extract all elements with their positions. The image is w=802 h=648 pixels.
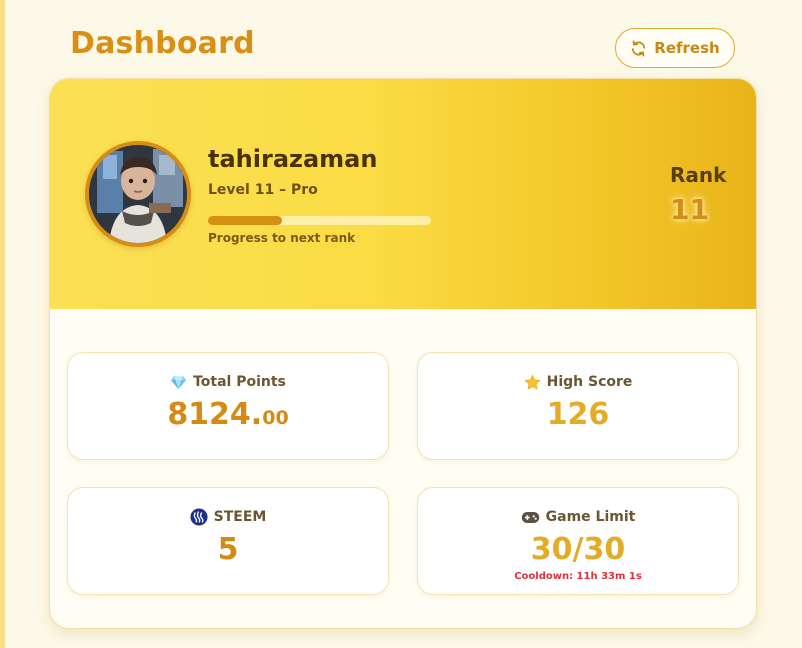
refresh-button-label: Refresh [654,39,720,57]
total-points-integer: 8124. [167,397,263,432]
username: tahirazaman [208,145,378,173]
page-title: Dashboard [70,26,255,61]
level-label: Level 11 – Pro [208,182,318,198]
gamepad-icon [521,511,540,524]
cooldown-timer: Cooldown: 11h 33m 1s [514,571,642,582]
avatar[interactable] [85,141,191,247]
total-points-label: Total Points [193,374,286,390]
total-points-value: 8124.00 [68,396,388,437]
steem-value: 5 [217,532,239,567]
rank-progress-fill [208,216,282,225]
left-edge-strip [0,0,5,648]
total-points-card: Total Points 8124.00 [67,352,389,460]
high-score-value: 126 [546,397,610,432]
gem-icon [170,375,187,390]
game-limit-card: Game Limit 30/30 Cooldown: 11h 33m 1s [417,487,739,595]
total-points-decimals: 00 [262,407,289,429]
steem-label: STEEM [213,509,267,525]
steem-logo-icon [190,508,208,526]
high-score-card: High Score 126 [417,352,739,460]
refresh-button[interactable]: Refresh [615,28,735,68]
game-limit-value: 30/30 [530,532,626,567]
rank-progress-bar [208,216,431,225]
profile-header: tahirazaman Level 11 – Pro Progress to n… [50,79,756,309]
rank-value: 11 [670,193,709,226]
game-limit-label: Game Limit [545,509,636,525]
steem-card: STEEM 5 [67,487,389,595]
progress-label: Progress to next rank [208,231,356,245]
refresh-icon [630,39,647,57]
rank-label: Rank [670,163,727,187]
high-score-label: High Score [546,374,633,390]
star-icon [524,373,541,391]
